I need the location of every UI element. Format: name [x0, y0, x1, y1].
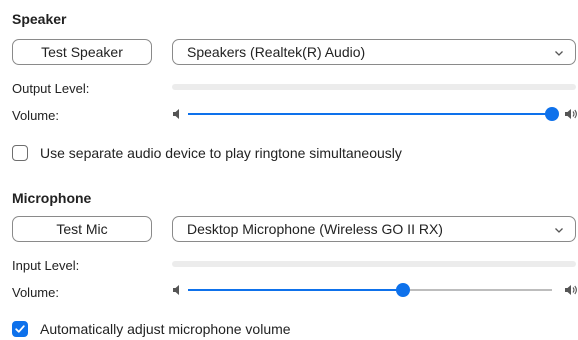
speaker-volume-slider[interactable] [172, 106, 578, 122]
microphone-volume-label: Volume: [12, 285, 59, 300]
ringtone-checkbox[interactable] [12, 145, 28, 161]
microphone-volume-thumb[interactable] [395, 283, 410, 297]
microphone-volume-fill [188, 289, 403, 291]
test-mic-button[interactable]: Test Mic [12, 216, 152, 242]
speaker-low-icon [173, 285, 179, 295]
output-level-meter [172, 84, 576, 90]
input-level-meter [172, 261, 576, 267]
chevron-down-icon [555, 228, 563, 233]
checkmark-icon [15, 325, 25, 333]
speaker-low-icon [173, 109, 179, 119]
chevron-down-icon [555, 51, 563, 56]
speaker-volume-label: Volume: [12, 108, 59, 123]
microphone-volume-track[interactable] [188, 283, 552, 297]
speaker-high-icon [565, 109, 577, 119]
output-level-label: Output Level: [12, 81, 90, 96]
speaker-volume-fill [188, 113, 552, 115]
speaker-device-value: Speakers (Realtek(R) Audio) [187, 44, 366, 60]
microphone-device-select[interactable]: Desktop Microphone (Wireless GO II RX) [172, 216, 576, 242]
auto-adjust-checkbox[interactable] [12, 321, 28, 337]
speaker-device-select[interactable]: Speakers (Realtek(R) Audio) [172, 39, 576, 65]
input-level-label: Input Level: [12, 258, 80, 273]
speaker-volume-thumb[interactable] [545, 107, 559, 121]
test-speaker-button[interactable]: Test Speaker [12, 39, 152, 65]
ringtone-option[interactable]: Use separate audio device to play ringto… [12, 145, 402, 161]
speaker-high-icon [565, 285, 577, 295]
auto-adjust-label: Automatically adjust microphone volume [40, 321, 291, 337]
speaker-volume-track[interactable] [188, 107, 559, 121]
auto-adjust-option[interactable]: Automatically adjust microphone volume [12, 321, 291, 337]
microphone-device-value: Desktop Microphone (Wireless GO II RX) [187, 221, 443, 237]
microphone-volume-slider[interactable] [172, 282, 578, 298]
ringtone-label: Use separate audio device to play ringto… [40, 145, 402, 161]
speaker-section-title: Speaker [12, 11, 67, 27]
microphone-section-title: Microphone [12, 190, 92, 206]
